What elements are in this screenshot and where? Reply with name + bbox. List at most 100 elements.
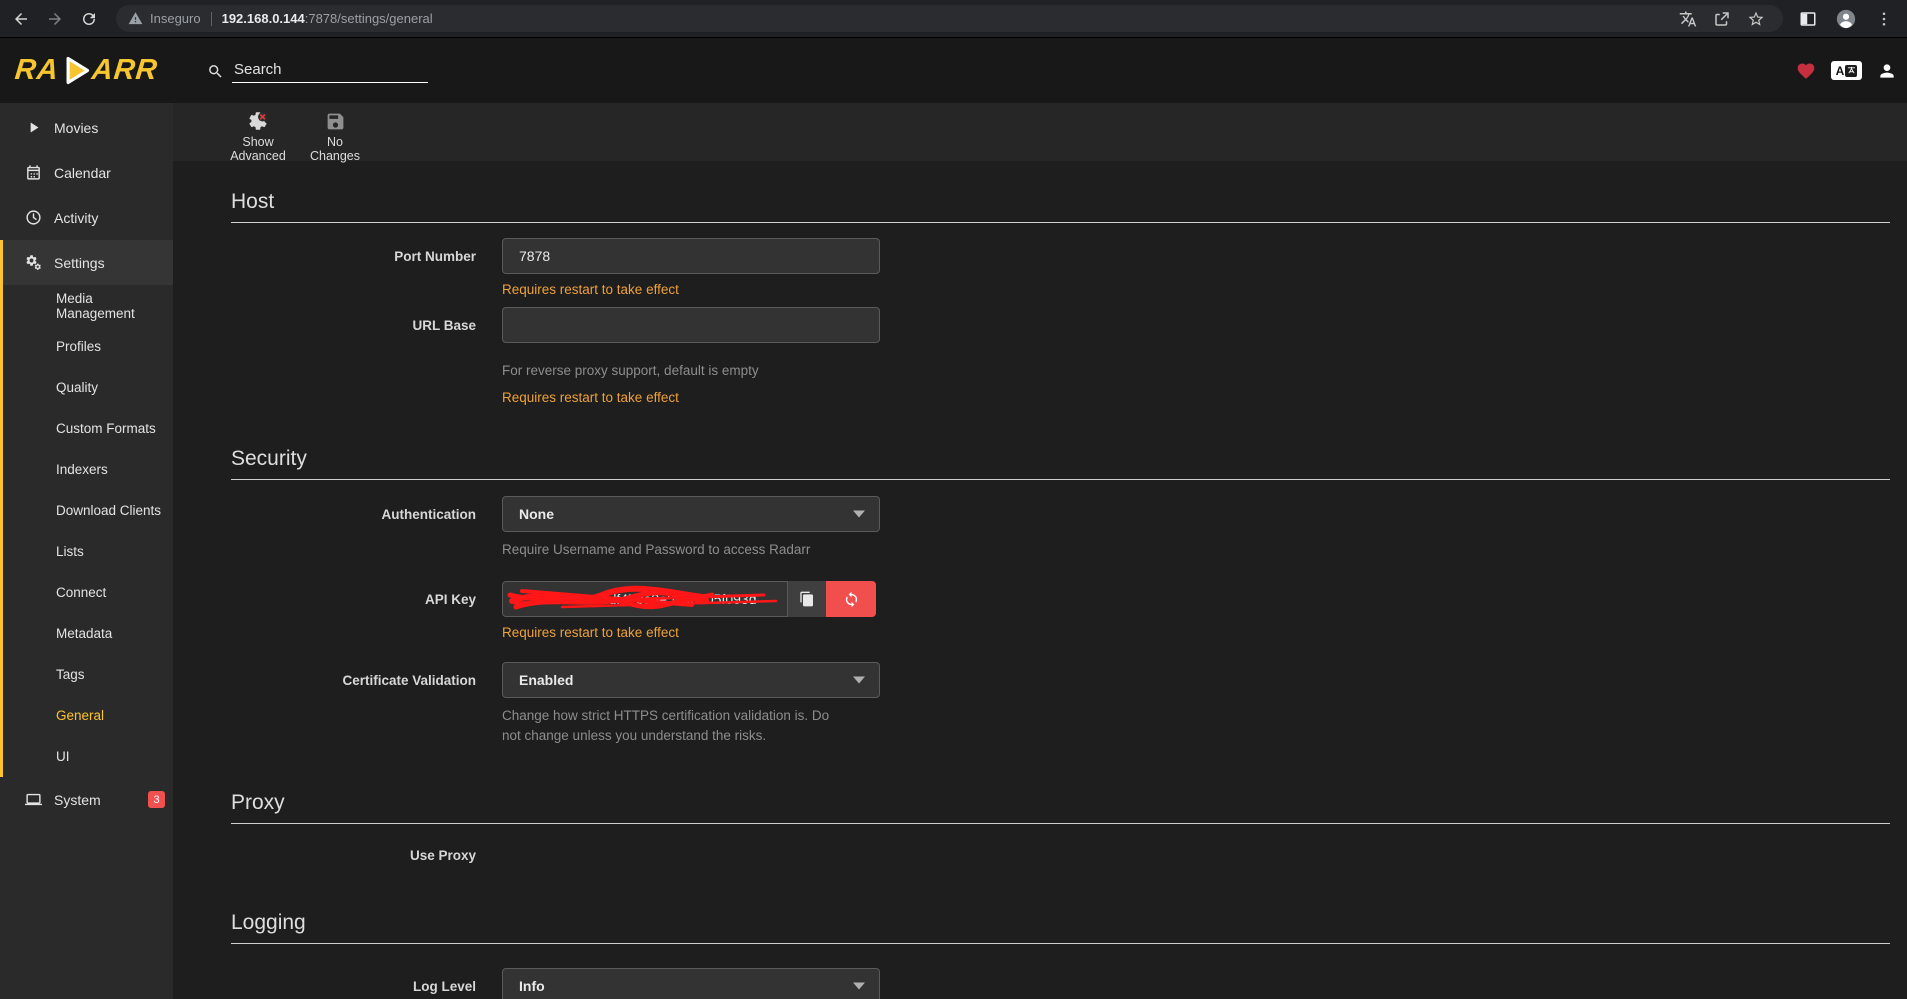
authentication-value: None: [519, 506, 554, 522]
save-changes-button[interactable]: No Changes: [305, 109, 365, 164]
browser-toolbar-right: [1791, 5, 1907, 33]
section-title-logging: Logging: [231, 911, 1890, 944]
page-translate-button[interactable]: [1671, 5, 1705, 33]
copy-icon: [799, 591, 815, 607]
url-base-help: For reverse proxy support, default is em…: [502, 363, 1890, 378]
not-secure-warning-icon: [128, 11, 143, 26]
browser-back-button[interactable]: [4, 5, 38, 33]
save-icon: [325, 111, 346, 132]
api-key-copy-button[interactable]: [788, 581, 826, 617]
url-base-restart-warning: Requires restart to take effect: [502, 390, 1890, 405]
log-level-row: Log Level Info: [231, 968, 1890, 999]
kebab-menu-icon: [1875, 10, 1893, 28]
sidebar-item-label: Activity: [54, 210, 98, 226]
port-number-row: Port Number: [231, 238, 1890, 274]
sidebar-item-tags[interactable]: Tags: [3, 654, 173, 695]
port-number-label: Port Number: [231, 249, 476, 264]
sidebar-item-ui[interactable]: UI: [3, 736, 173, 777]
log-level-value: Info: [519, 978, 545, 994]
search-icon: [207, 63, 224, 80]
address-separator: [211, 12, 212, 26]
back-arrow-icon: [12, 10, 30, 28]
chevron-down-icon: [853, 677, 865, 684]
translate-icon: [1679, 10, 1697, 28]
show-advanced-label: Show Advanced: [223, 135, 293, 164]
sidebar-item-download-clients[interactable]: Download Clients: [3, 490, 173, 531]
app-header: RA ARR A: [0, 38, 1907, 103]
browser-profile-button[interactable]: [1829, 5, 1863, 33]
use-proxy-label: Use Proxy: [231, 848, 476, 863]
browser-reload-button[interactable]: [72, 5, 106, 33]
security-label: Inseguro: [150, 11, 201, 26]
show-advanced-button[interactable]: Show Advanced: [223, 109, 293, 164]
sidebar-item-system[interactable]: System 3: [0, 777, 173, 822]
certificate-validation-help: Change how strict HTTPS certification va…: [502, 706, 832, 745]
api-key-regenerate-button[interactable]: [826, 581, 876, 617]
api-key-input[interactable]: [502, 581, 788, 617]
sidebar-item-movies[interactable]: Movies: [0, 105, 173, 150]
sidebar-item-label: Movies: [54, 120, 98, 136]
authentication-label: Authentication: [231, 507, 476, 522]
sidebar-item-label: Settings: [54, 255, 105, 271]
url-base-input[interactable]: [502, 307, 880, 343]
url-host: 192.168.0.144: [222, 11, 305, 26]
authentication-select[interactable]: None: [502, 496, 880, 532]
global-search: [207, 59, 428, 83]
url-base-label: URL Base: [231, 318, 476, 333]
section-title-security: Security: [231, 447, 1890, 480]
clock-icon: [25, 209, 42, 226]
donate-heart-icon[interactable]: [1796, 61, 1816, 81]
translate-a-glyph: A: [1836, 64, 1845, 78]
user-icon[interactable]: [1877, 61, 1897, 81]
address-bar[interactable]: Inseguro 192.168.0.144 :7878/settings/ge…: [116, 5, 1783, 32]
search-input[interactable]: [232, 59, 428, 83]
header-actions: A: [1796, 61, 1907, 81]
url-base-row: URL Base: [231, 307, 1890, 343]
log-level-select[interactable]: Info: [502, 968, 880, 999]
browser-menu-button[interactable]: [1867, 5, 1901, 33]
sidebar-item-profiles[interactable]: Profiles: [3, 326, 173, 367]
sidebar-item-lists[interactable]: Lists: [3, 531, 173, 572]
authentication-help: Require Username and Password to access …: [502, 542, 1890, 557]
play-icon: [25, 119, 42, 136]
settings-nav-group: Settings Media Management Profiles Quali…: [0, 240, 173, 777]
api-key-row: API Key: [231, 581, 1890, 617]
bookmark-star-button[interactable]: [1739, 5, 1773, 33]
section-title-proxy: Proxy: [231, 791, 1890, 824]
log-level-label: Log Level: [231, 979, 476, 994]
share-icon: [1713, 10, 1731, 28]
sidebar-item-indexers[interactable]: Indexers: [3, 449, 173, 490]
sidebar-item-connect[interactable]: Connect: [3, 572, 173, 613]
radarr-logo[interactable]: RA ARR: [0, 52, 173, 89]
radarr-general-settings-screen: Inseguro 192.168.0.144 :7878/settings/ge…: [0, 0, 1907, 999]
sidebar-item-settings[interactable]: Settings: [3, 240, 173, 285]
laptop-icon: [25, 791, 42, 808]
sidebar-item-activity[interactable]: Activity: [0, 195, 173, 240]
sidebar-item-general[interactable]: General: [3, 695, 173, 736]
calendar-icon: [25, 164, 42, 181]
sidebar-item-calendar[interactable]: Calendar: [0, 150, 173, 195]
section-title-host: Host: [231, 190, 1890, 223]
certificate-validation-select[interactable]: Enabled: [502, 662, 880, 698]
authentication-row: Authentication None: [231, 496, 1890, 532]
sidebar-item-metadata[interactable]: Metadata: [3, 613, 173, 654]
star-icon: [1747, 10, 1765, 28]
browser-forward-button[interactable]: [38, 5, 72, 33]
translate-extension-button[interactable]: A: [1831, 61, 1862, 80]
share-button[interactable]: [1705, 5, 1739, 33]
api-key-restart-warning: Requires restart to take effect: [502, 625, 1890, 640]
sidebar-item-media-management[interactable]: Media Management: [3, 285, 173, 326]
translate-char-icon: [1845, 65, 1857, 77]
sidebar-item-label: System: [54, 792, 101, 808]
sidebar-item-custom-formats[interactable]: Custom Formats: [3, 408, 173, 449]
certificate-validation-label: Certificate Validation: [231, 673, 476, 688]
sidebar-item-quality[interactable]: Quality: [3, 367, 173, 408]
port-number-input[interactable]: [502, 238, 880, 274]
advanced-gear-icon: [247, 110, 269, 132]
no-changes-label: No Changes: [305, 135, 365, 164]
forward-arrow-icon: [46, 10, 64, 28]
gears-icon: [25, 254, 42, 271]
sidebar: Movies Calendar Activity Settings Media …: [0, 103, 173, 999]
side-panel-button[interactable]: [1791, 5, 1825, 33]
certificate-validation-row: Certificate Validation Enabled: [231, 662, 1890, 698]
